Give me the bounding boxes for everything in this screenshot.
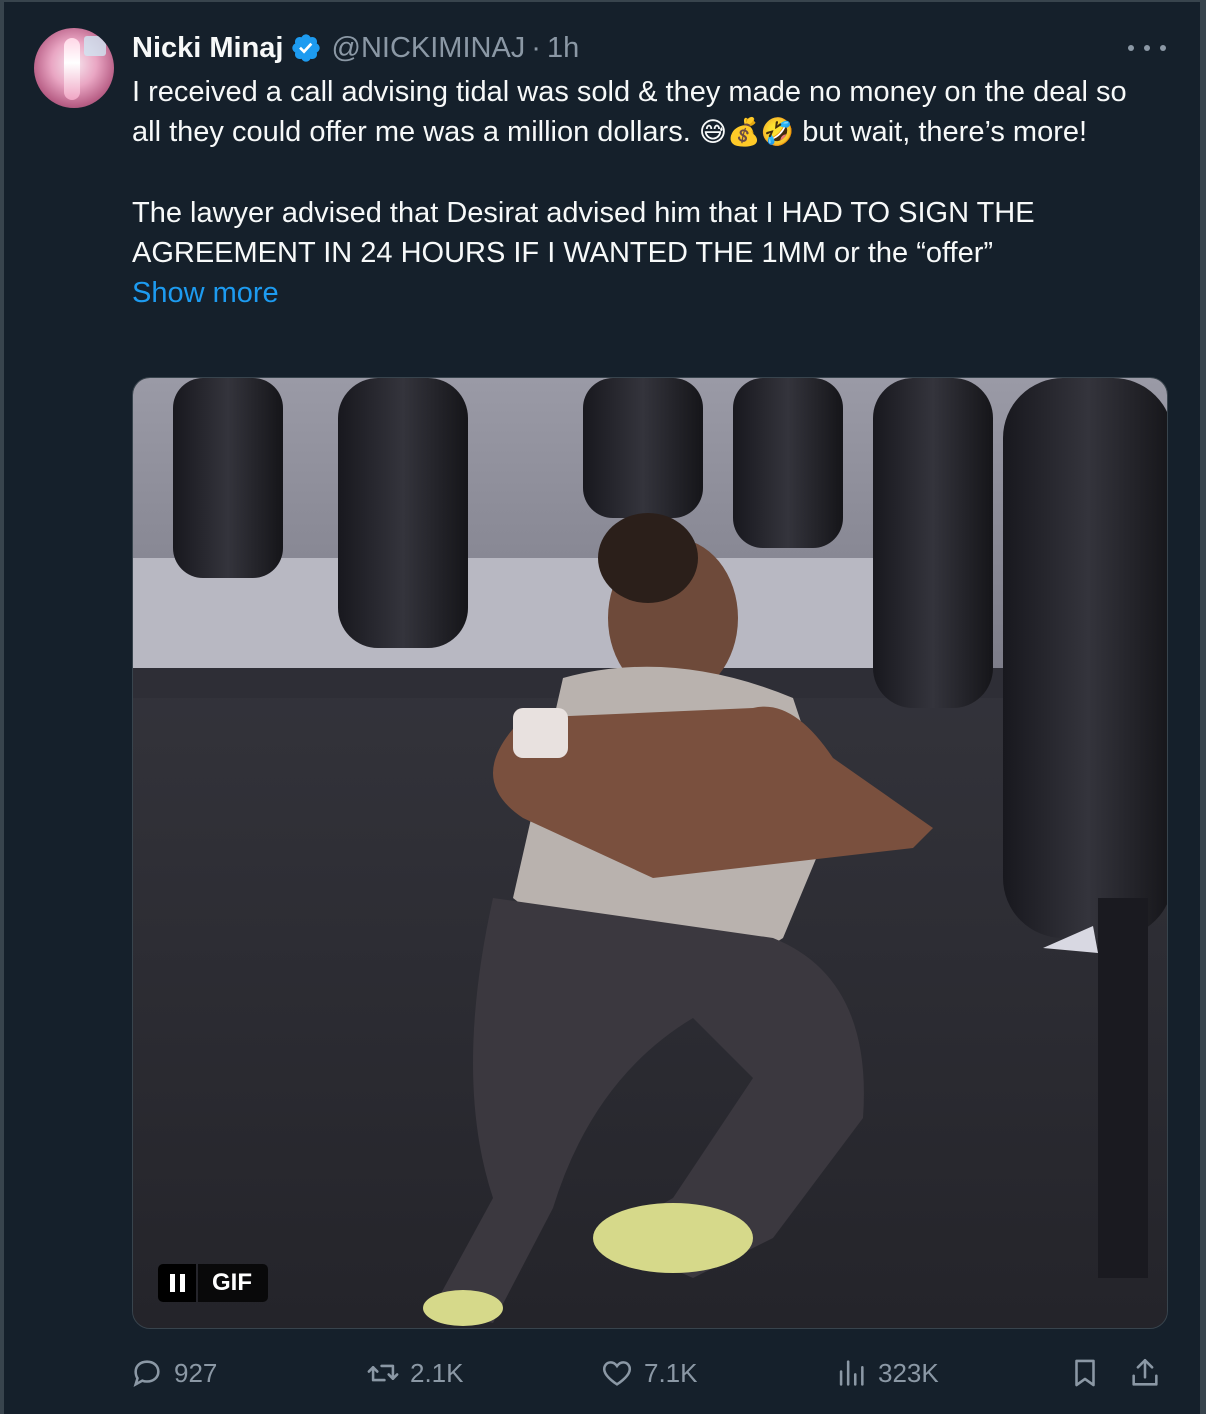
views-count: 323K xyxy=(878,1357,939,1388)
pause-icon[interactable] xyxy=(158,1264,196,1302)
like-count: 7.1K xyxy=(644,1357,698,1388)
repost-button[interactable]: 2.1K xyxy=(366,1348,464,1398)
more-dot xyxy=(1128,45,1134,51)
more-options-icon[interactable] xyxy=(1128,36,1166,60)
views-button[interactable]: 323K xyxy=(834,1348,939,1398)
tweet-paragraph-2: The lawyer advised that Desirat advised … xyxy=(132,197,1035,269)
frame-right-border xyxy=(1200,0,1206,1414)
repost-icon xyxy=(367,1364,399,1382)
frame-left-border xyxy=(0,0,4,1414)
gif-badge: GIF xyxy=(158,1264,268,1302)
verified-badge-icon[interactable] xyxy=(290,32,322,64)
reply-count: 927 xyxy=(174,1357,218,1388)
gif-label: GIF xyxy=(198,1264,268,1302)
author-handle[interactable]: @NICKIMINAJ xyxy=(332,32,526,65)
avatar-figure xyxy=(64,38,80,100)
views-icon xyxy=(839,1360,864,1386)
tweet-actions: 927 2.1K 7.1K 323K xyxy=(130,1348,1170,1398)
share-icon xyxy=(1132,1358,1158,1386)
tweet-text: I received a call advising tidal was sol… xyxy=(132,72,1162,313)
tweet-text-line1b: but wait, there’s more! xyxy=(794,116,1088,148)
show-more-link[interactable]: Show more xyxy=(132,273,1162,313)
emoji-sequence: 😅💰🤣 xyxy=(698,117,795,148)
frame-top-border xyxy=(0,0,1206,2)
timestamp[interactable]: 1h xyxy=(547,32,579,65)
reply-icon xyxy=(133,1360,160,1387)
reply-button[interactable]: 927 xyxy=(130,1348,217,1398)
heart-icon xyxy=(602,1361,632,1386)
like-button[interactable]: 7.1K xyxy=(600,1348,698,1398)
avatar[interactable] xyxy=(34,28,114,108)
author-name[interactable]: Nicki Minaj xyxy=(132,32,284,65)
more-dot xyxy=(1160,45,1166,51)
more-dot xyxy=(1144,45,1150,51)
bookmark-icon xyxy=(1075,1359,1095,1387)
bookmark-button[interactable] xyxy=(1068,1348,1102,1398)
share-button[interactable] xyxy=(1128,1348,1162,1398)
media-gif[interactable]: GIF xyxy=(132,377,1168,1329)
repost-count: 2.1K xyxy=(410,1357,464,1388)
tweet-paragraph-1: I received a call advising tidal was sol… xyxy=(132,72,1162,153)
avatar-sign xyxy=(84,36,106,56)
gif-frame-image xyxy=(133,378,1167,1328)
tweet-header: Nicki Minaj @NICKIMINAJ · 1h xyxy=(132,28,579,68)
separator-dot: · xyxy=(531,31,541,64)
